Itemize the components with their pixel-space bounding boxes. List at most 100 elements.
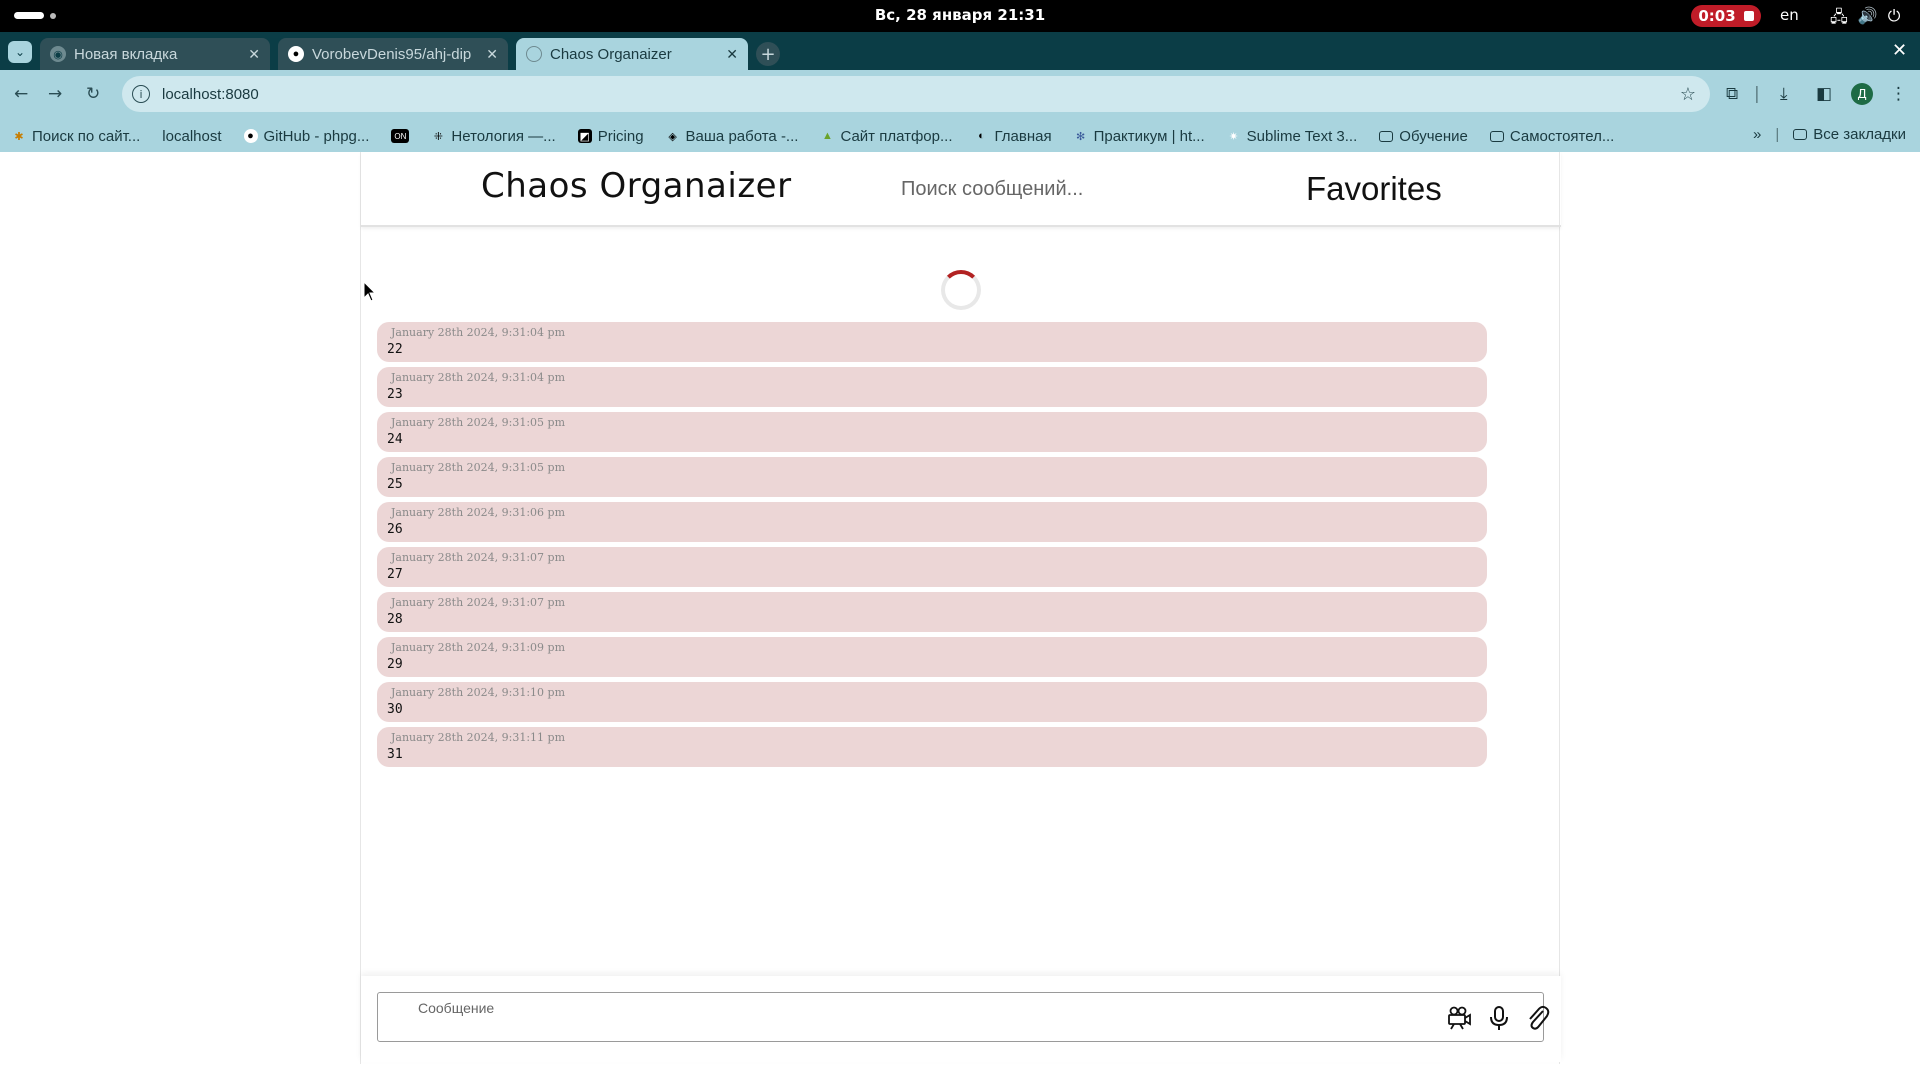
tab-label: Новая вкладка: [74, 45, 178, 63]
bookmark-label: Сайт платфор...: [840, 127, 953, 145]
message-text: 28: [387, 612, 403, 627]
favorites-button[interactable]: Favorites: [1306, 170, 1442, 208]
globe-icon: [526, 46, 542, 62]
message-text: 31: [387, 747, 403, 762]
netology-icon: ⁜: [433, 130, 443, 143]
bookmark-label: Ваша работа -...: [685, 127, 799, 145]
bookmark-label: Поиск по сайт...: [32, 127, 141, 145]
address-bar[interactable]: i localhost:8080 ☆: [122, 76, 1710, 112]
bookmark-folder[interactable]: Самостоятел...: [1489, 128, 1614, 145]
more-bookmarks-icon[interactable]: »: [1753, 126, 1761, 143]
download-icon[interactable]: ⤓: [1780, 84, 1788, 104]
search-input[interactable]: [901, 172, 1141, 206]
volume-icon: 🔊: [1857, 6, 1878, 25]
bookmark-label: Все закладки: [1813, 126, 1906, 143]
pricing-icon: ◩: [577, 129, 592, 143]
bookmarks-divider: |: [1775, 126, 1780, 143]
browser-toolbar: ← → ↻ i localhost:8080 ☆ ⧉ | ⤓ ◧ Д ⋮: [0, 70, 1920, 120]
platform-icon: ▲: [821, 130, 833, 142]
tab-github[interactable]: ● VorobevDenis95/ahj-dip ✕: [278, 38, 508, 70]
message-item[interactable]: January 28th 2024, 9:31:09 pm 29: [377, 637, 1487, 677]
video-camera-icon[interactable]: [1445, 1004, 1473, 1032]
system-status-area[interactable]: 🖧 🔊 ⏻: [1830, 6, 1900, 33]
bookmark-item[interactable]: ON: [391, 129, 410, 143]
message-text: 23: [387, 387, 403, 402]
bookmark-item[interactable]: ◐ Главная: [974, 128, 1051, 145]
chevron-down-icon: ⌄: [14, 45, 26, 59]
tab-search-button[interactable]: ⌄: [8, 41, 32, 63]
stop-icon: [1743, 11, 1754, 21]
gear-icon: ✻: [1075, 130, 1086, 143]
loading-spinner-icon: [941, 270, 981, 310]
close-tab-icon[interactable]: ✕: [486, 46, 498, 63]
message-item[interactable]: January 28th 2024, 9:31:11 pm 31: [377, 727, 1487, 767]
page-viewport: Chaos Organaizer Favorites January 28th …: [0, 152, 1920, 1080]
reload-icon[interactable]: ↻: [86, 84, 100, 104]
bookmark-item[interactable]: ● GitHub - phpg...: [243, 127, 370, 145]
bookmark-item[interactable]: ✻ Практикум | ht...: [1074, 128, 1205, 145]
message-item[interactable]: January 28th 2024, 9:31:05 pm 25: [377, 457, 1487, 497]
bookmark-item[interactable]: ✷ Sublime Text 3...: [1227, 127, 1358, 145]
message-item[interactable]: January 28th 2024, 9:31:05 pm 24: [377, 412, 1487, 452]
power-icon: ⏻: [1887, 6, 1901, 25]
message-item[interactable]: January 28th 2024, 9:31:07 pm 28: [377, 592, 1487, 632]
message-text: 24: [387, 432, 403, 447]
on-icon: ON: [391, 129, 410, 143]
all-bookmarks-button[interactable]: Все закладки: [1793, 126, 1906, 143]
tab-strip: ⌄ ◉ Новая вкладка ✕ ● VorobevDenis95/ahj…: [0, 32, 1920, 70]
keyboard-layout[interactable]: en: [1780, 6, 1799, 24]
message-input[interactable]: [418, 997, 1398, 1019]
message-list: January 28th 2024, 9:31:04 pm 22 January 2…: [377, 322, 1487, 772]
toolbar-divider: |: [1754, 84, 1760, 104]
bookmark-label: Sublime Text 3...: [1246, 127, 1358, 145]
work-icon: ◈: [668, 130, 677, 143]
puzzle-icon: ✱: [14, 130, 24, 143]
bookmark-folder[interactable]: Обучение: [1379, 128, 1468, 145]
forward-icon[interactable]: →: [48, 84, 62, 104]
close-window-button[interactable]: ✕: [1892, 40, 1907, 61]
bookmark-label: Pricing: [597, 127, 644, 145]
back-icon[interactable]: ←: [14, 84, 28, 104]
message-item[interactable]: January 28th 2024, 9:31:06 pm 26: [377, 502, 1487, 542]
folder-icon: [1793, 129, 1808, 140]
screen-recording-indicator[interactable]: 0:03: [1691, 5, 1761, 27]
message-date: January 28th 2024, 9:31:10 pm: [391, 686, 566, 699]
github-icon: ●: [243, 129, 258, 143]
microphone-icon[interactable]: [1485, 1004, 1513, 1032]
profile-avatar[interactable]: Д: [1851, 83, 1873, 105]
bookmark-item[interactable]: ▲ Сайт платфор...: [820, 127, 953, 145]
bookmark-item[interactable]: localhost: [162, 128, 221, 145]
side-panel-icon[interactable]: ◧: [1816, 84, 1832, 104]
github-icon: ●: [288, 46, 304, 62]
network-icon: 🖧: [1830, 7, 1848, 26]
message-item[interactable]: January 28th 2024, 9:31:04 pm 23: [377, 367, 1487, 407]
system-clock[interactable]: Вс, 28 января 21:31: [0, 6, 1920, 24]
close-tab-icon[interactable]: ✕: [248, 46, 260, 63]
url-text[interactable]: localhost:8080: [162, 86, 259, 103]
close-tab-icon[interactable]: ✕: [726, 46, 738, 63]
new-tab-button[interactable]: +: [756, 42, 780, 66]
bookmark-item[interactable]: ◩ Pricing: [577, 127, 644, 145]
chrome-icon: ◉: [50, 46, 66, 62]
menu-kebab-icon[interactable]: ⋮: [1890, 84, 1907, 104]
bookmark-label: GitHub - phpg...: [263, 127, 370, 145]
message-item[interactable]: January 28th 2024, 9:31:10 pm 30: [377, 682, 1487, 722]
message-text: 29: [387, 657, 403, 672]
tab-chaos-organaizer[interactable]: Chaos Organaizer ✕: [516, 38, 748, 70]
bookmark-label: localhost: [162, 127, 222, 145]
extensions-icon[interactable]: ⧉: [1726, 84, 1738, 104]
message-item[interactable]: January 28th 2024, 9:31:04 pm 22: [377, 322, 1487, 362]
paperclip-icon[interactable]: [1524, 1004, 1552, 1032]
bookmarks-right: » | Все закладки: [1753, 126, 1906, 143]
site-info-icon[interactable]: i: [132, 85, 150, 103]
bookmark-item[interactable]: ✱ Поиск по сайт...: [12, 128, 140, 145]
bookmark-item[interactable]: ◈ Ваша работа -...: [666, 127, 799, 145]
message-date: January 28th 2024, 9:31:04 pm: [391, 326, 566, 339]
message-item[interactable]: January 28th 2024, 9:31:07 pm 27: [377, 547, 1487, 587]
message-text: 27: [387, 567, 403, 582]
bookmark-star-icon[interactable]: ☆: [1680, 84, 1696, 105]
bookmark-item[interactable]: ⁜ Нетология —...: [431, 128, 556, 145]
app-header: Chaos Organaizer Favorites: [361, 152, 1561, 227]
tab-new-tab[interactable]: ◉ Новая вкладка ✕: [40, 38, 270, 70]
message-text: 25: [387, 477, 403, 492]
